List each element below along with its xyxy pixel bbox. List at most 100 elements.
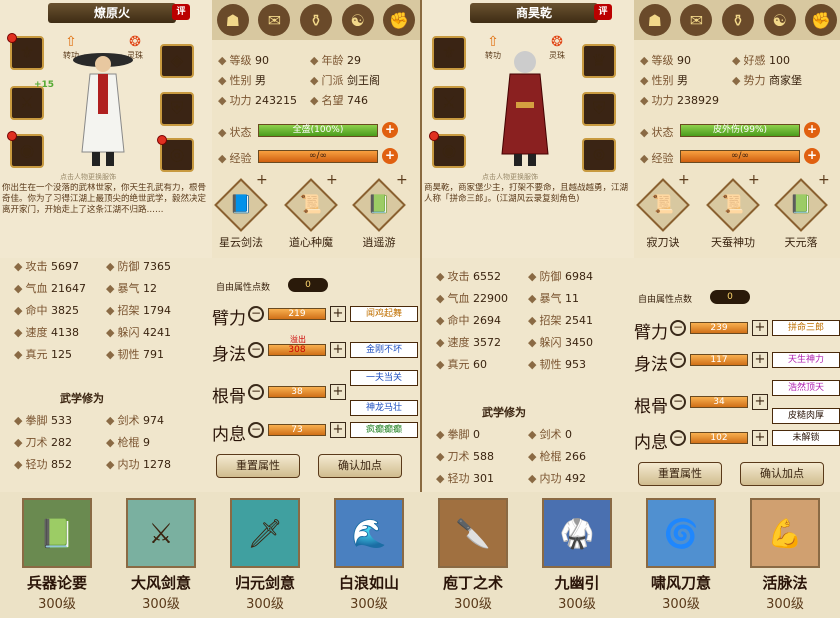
minus-button[interactable]: −	[670, 430, 686, 446]
minus-button[interactable]: −	[248, 306, 264, 322]
scroll-icon: 📜	[299, 194, 323, 215]
exp-bar: ∞/∞	[258, 150, 378, 163]
combat-stat: ◆ 真元 60	[436, 358, 487, 371]
equip-slot-2[interactable]: ⚔	[432, 86, 466, 120]
confirm-button[interactable]: 确认加点	[318, 454, 402, 478]
stat-gender: ◆ 性别 男	[218, 74, 266, 87]
skill-plus-2[interactable]: +	[748, 172, 760, 188]
bag-icon[interactable]: ⚱	[299, 4, 332, 36]
stat-power: ◆ 功力 243215	[218, 94, 297, 107]
arm-icon[interactable]: ✊	[805, 4, 838, 36]
combat-stats: ◆ 攻击 6552 ◆ 防御 6984 ◆ 气血 22900 ◆ 暴气 11 ◆ 命中 2…	[422, 258, 634, 492]
equip-slot-4[interactable]: ◈	[160, 44, 194, 78]
combat-stat: ◆ 招架 2541	[528, 314, 593, 327]
equip-slot-2[interactable]: ⚔ +15	[10, 80, 54, 120]
equip-slot-1[interactable]: ⚜	[432, 36, 466, 70]
wuxue-stat: ◆ 拳脚 0	[436, 428, 480, 441]
wuxue-stat: ◆ 剑术 0	[528, 428, 572, 441]
equip-slot-6[interactable]: ⊚	[582, 138, 616, 172]
reset-button[interactable]: 重置属性	[216, 454, 300, 478]
character-figure[interactable]	[64, 42, 142, 170]
overflow-label: 溢出	[290, 335, 306, 344]
yin-yang-icon[interactable]: ☯	[341, 4, 374, 36]
bag-icon[interactable]: ⚱	[721, 4, 754, 36]
combat-stat: ◆ 真元 125	[14, 348, 72, 361]
helmet-icon[interactable]: ☗	[216, 4, 249, 36]
plus-button[interactable]: +	[330, 306, 346, 322]
exp-add-button[interactable]: +	[382, 148, 398, 164]
attr-row: 臂力 −219 + 闻鸡起舞	[212, 302, 420, 330]
confirm-button[interactable]: 确认加点	[740, 462, 824, 486]
minus-button[interactable]: −	[248, 422, 264, 438]
martial-skill[interactable]: 🌊 白浪如山 300级	[326, 498, 412, 612]
skill-plus-3[interactable]: +	[396, 172, 408, 188]
combat-stat: ◆ 速度 3572	[436, 336, 501, 349]
exp-label: ◆ 经验	[218, 152, 252, 165]
skill-plus-2[interactable]: +	[326, 172, 338, 188]
martial-skill[interactable]: 🗡 归元剑意 300级	[222, 498, 308, 612]
equip-slot-4[interactable]: ♛	[582, 44, 616, 78]
attr-row: 臂力 −239 + 拼命三郎	[634, 316, 840, 344]
character-box: 燎原火 评 ⚜ ⚔ +15 ◉ ◈ ⛨ ◎ ⇧ 转功 ❂ 灵珠 点击人物更换服饰 你出…	[0, 0, 212, 258]
combat-stat: ◆ 攻击 6552	[436, 270, 501, 283]
free-points-label: 自由属性点数	[216, 283, 271, 293]
skill-plus-1[interactable]: +	[256, 172, 268, 188]
minus-button[interactable]: −	[670, 320, 686, 336]
martial-skill[interactable]: 🥋 九幽引 300级	[534, 498, 620, 612]
combat-stat: ◆ 气血 21647	[14, 282, 86, 295]
scroll-icon[interactable]: ✉	[680, 4, 713, 36]
stat-sect: ◆ 门派 剑王阁	[310, 74, 380, 87]
martial-skill[interactable]: 📗 兵器论要 300级	[14, 498, 100, 612]
fighter-icon: 💪	[750, 498, 820, 568]
helmet-icon[interactable]: ☗	[638, 4, 671, 36]
equip-slot-3[interactable]: ◉	[7, 131, 44, 168]
left-character-panel: 燎原火 评 ⚜ ⚔ +15 ◉ ◈ ⛨ ◎ ⇧ 转功 ❂ 灵珠 点击人物更换服饰 你出…	[0, 0, 420, 492]
wuxue-stat: ◆ 内功 492	[528, 472, 586, 485]
minus-button[interactable]: −	[670, 352, 686, 368]
equip-slot-5[interactable]: ⛨	[160, 92, 194, 126]
scroll-icon[interactable]: ✉	[258, 4, 291, 36]
equip-slot-6[interactable]: ◎	[157, 135, 194, 172]
skill-plus-3[interactable]: +	[818, 172, 830, 188]
skill-name-2: 天蚕神功	[711, 236, 755, 249]
figure-tip: 点击人物更换服饰	[482, 173, 538, 181]
plus-button[interactable]: +	[330, 422, 346, 438]
character-figure[interactable]	[486, 42, 564, 170]
book-icon: 📗	[22, 498, 92, 568]
exp-add-button[interactable]: +	[804, 148, 820, 164]
martial-skill[interactable]: 🔪 庖丁之术 300级	[430, 498, 516, 612]
stat-level: ◆ 等级 90	[218, 54, 269, 67]
wave-icon: 🌊	[334, 498, 404, 568]
minus-button[interactable]: −	[248, 342, 264, 358]
plus-button[interactable]: +	[330, 342, 346, 358]
stat-favor: ◆ 好感 100	[732, 54, 790, 67]
attr-row: 内息 −102 + 未解锁	[634, 426, 840, 454]
free-points-label: 自由属性点数	[638, 295, 693, 305]
exp-label: ◆ 经验	[640, 152, 674, 165]
review-button[interactable]: 评	[594, 4, 612, 20]
wuxue-stat: ◆ 内功 1278	[106, 458, 171, 471]
wuxue-stat: ◆ 拳脚 533	[14, 414, 72, 427]
martial-skill[interactable]: 🌀 啸风刀意 300级	[638, 498, 724, 612]
status-add-button[interactable]: +	[382, 122, 398, 138]
character-name: 燎原火 评	[48, 3, 190, 23]
review-button[interactable]: 评	[172, 4, 190, 20]
combat-stat: ◆ 躲闪 4241	[106, 326, 171, 339]
combat-stat: ◆ 命中 3825	[14, 304, 79, 317]
attr-row: 身法 −308 溢出 + 金刚不坏	[212, 335, 420, 366]
martial-skill[interactable]: 💪 活脉法 300级	[742, 498, 828, 612]
figure-tip: 点击人物更换服饰	[60, 173, 116, 181]
martial-skill[interactable]: ⚔ 大风剑意 300级	[118, 498, 204, 612]
equip-slot-1[interactable]: ⚜	[7, 33, 44, 70]
equip-slot-3[interactable]: ◉	[429, 131, 466, 168]
plus-button[interactable]: +	[752, 430, 768, 446]
stat-power: ◆ 功力 238929	[640, 94, 719, 107]
reset-button[interactable]: 重置属性	[638, 462, 722, 486]
skill-plus-1[interactable]: +	[678, 172, 690, 188]
status-add-button[interactable]: +	[804, 122, 820, 138]
yin-yang-icon[interactable]: ☯	[763, 4, 796, 36]
equip-slot-5[interactable]: ⛨	[582, 92, 616, 126]
plus-button[interactable]: +	[752, 352, 768, 368]
plus-button[interactable]: +	[752, 320, 768, 336]
arm-icon[interactable]: ✊	[383, 4, 416, 36]
